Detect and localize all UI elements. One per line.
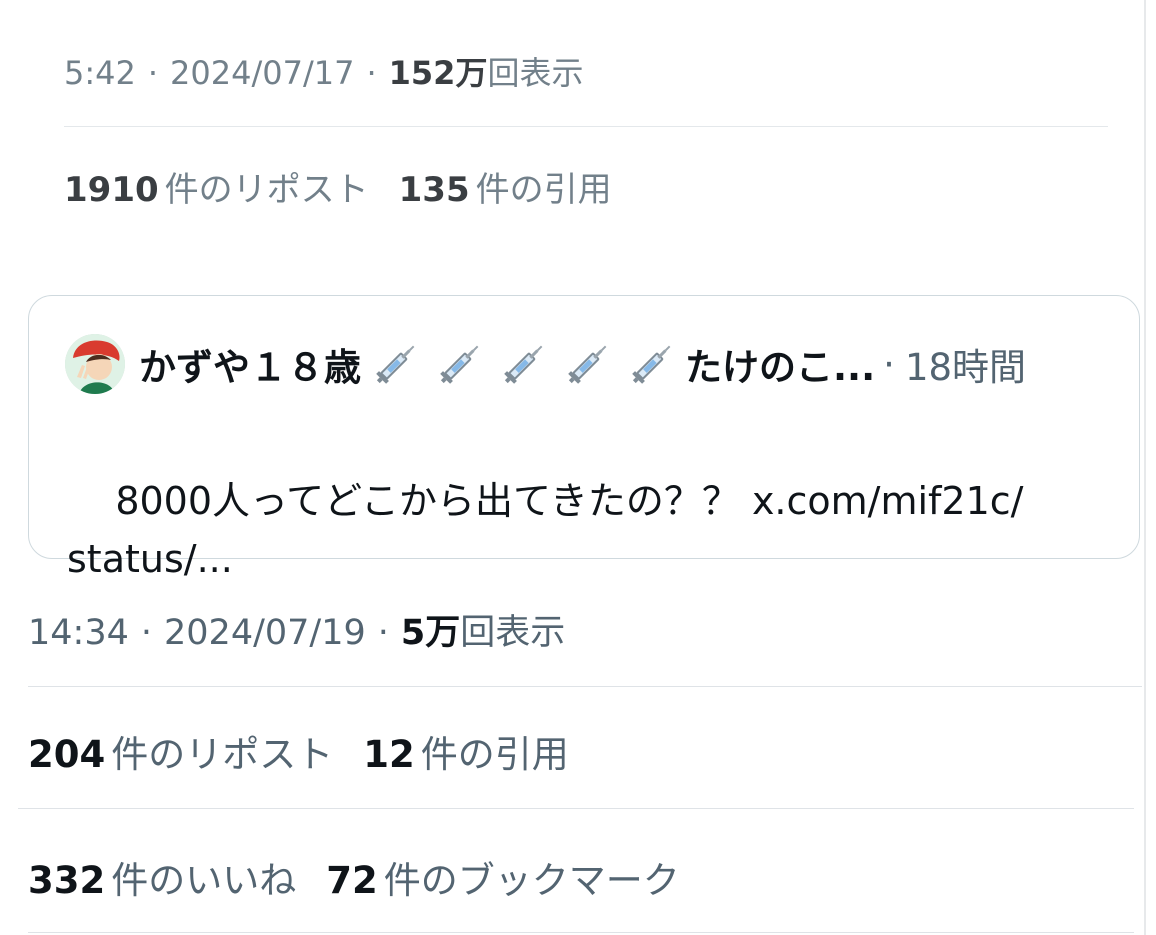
current-reposts-label: 件のリポスト [111, 733, 334, 776]
previous-quotes-label: 件の引用 [475, 170, 612, 210]
previous-post-views-label: 回表示 [487, 54, 584, 92]
quoted-author-handle[interactable]: たけのこ... [685, 337, 875, 391]
meta-separator: · [377, 613, 389, 653]
current-post-stats-row-2: 332 件のいいね 72 件のブックマーク [28, 850, 710, 904]
previous-reposts-count: 1910 [64, 170, 159, 210]
avatar[interactable] [65, 334, 125, 394]
quoted-post-text-main: 8000人ってどこから出てきたの？？ [115, 479, 752, 523]
current-post-views-value: 5万 [400, 613, 461, 653]
current-bookmarks-link[interactable]: 72 件のブックマーク [326, 850, 680, 904]
current-post-meta: 14:34 · 2024/07/19 · 5万 回表示 [28, 604, 565, 655]
previous-quotes-link[interactable]: 135 件の引用 [399, 162, 612, 211]
current-likes-link[interactable]: 332 件のいいね [28, 850, 296, 904]
current-quotes-label: 件の引用 [420, 733, 569, 776]
syringe-icon [632, 345, 671, 384]
syringe-icon [440, 345, 479, 384]
quoted-author-name[interactable]: かずや１８歳 [139, 337, 361, 391]
current-quotes-link[interactable]: 12 件の引用 [363, 724, 569, 778]
syringe-icon [376, 345, 415, 384]
current-reposts-count: 204 [28, 733, 106, 776]
previous-reposts-label: 件のリポスト [164, 170, 369, 210]
previous-post-views-value: 152万 [388, 54, 488, 92]
current-post-date: 2024/07/19 [164, 613, 366, 653]
current-post-time: 14:34 [28, 613, 129, 653]
current-likes-count: 332 [28, 859, 106, 902]
current-post-divider-bottom [28, 932, 1134, 933]
syringe-icon [504, 345, 543, 384]
current-post-views-label: 回表示 [460, 613, 566, 653]
current-post-stats-row-1: 204 件のリポスト 12 件の引用 [28, 724, 599, 778]
quoted-post-card[interactable]: かずや１８歳 たけのこ... · 18時間 8000人ってどこから出てきたの？？… [28, 295, 1140, 581]
previous-post-time: 5:42 [64, 54, 136, 92]
meta-separator: · [140, 613, 153, 653]
previous-post-stats: 1910 件のリポスト 135 件の引用 [64, 162, 642, 211]
previous-post-meta: 5:42 · 2024/07/17 · 152万 回表示 [64, 48, 583, 94]
current-bookmarks-count: 72 [326, 859, 378, 902]
avatar-image [65, 334, 125, 394]
page-edge-divider [1144, 0, 1146, 935]
syringe-icon [568, 345, 607, 384]
previous-post-divider [64, 126, 1108, 127]
current-post-divider-middle [18, 808, 1134, 809]
quoted-time-separator: · [883, 342, 895, 386]
previous-post-date: 2024/07/17 [170, 54, 355, 92]
meta-separator: · [147, 54, 159, 92]
quoted-post-time[interactable]: 18時間 [905, 337, 1026, 391]
quoted-post-header: かずや１８歳 たけのこ... · 18時間 [65, 334, 1026, 394]
previous-reposts-link[interactable]: 1910 件のリポスト [64, 162, 369, 211]
previous-quotes-count: 135 [398, 170, 470, 210]
syringe-emoji-group [369, 337, 679, 391]
current-reposts-link[interactable]: 204 件のリポスト [28, 724, 333, 778]
current-post-divider-top [28, 686, 1142, 687]
current-bookmarks-label: 件のブックマーク [383, 859, 680, 902]
current-likes-label: 件のいいね [111, 859, 297, 902]
current-quotes-count: 12 [363, 733, 415, 776]
meta-separator: · [366, 54, 377, 92]
